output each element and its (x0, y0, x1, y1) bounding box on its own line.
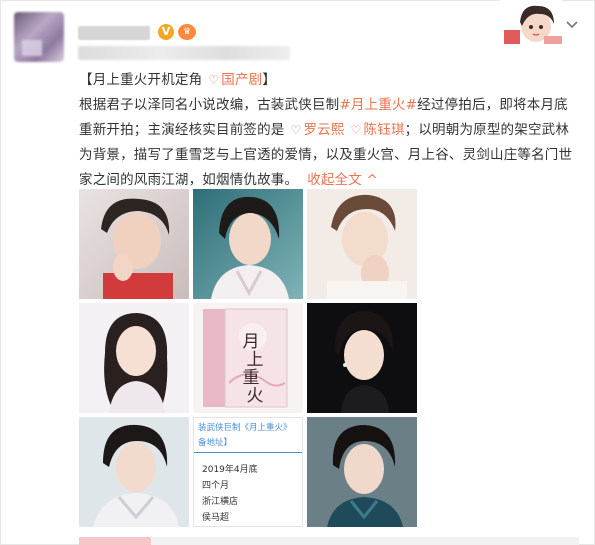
image-grid: 月 上 重 火 装武侠巨制《月上重火》 备地址】 2019年4月底 四个月 浙江… (79, 189, 419, 527)
collapse-full-text-link[interactable]: 收起全文 (307, 172, 362, 188)
verified-v-icon: V (158, 24, 174, 40)
bottom-action-bar (79, 537, 579, 545)
book-title-char-3: 重 (243, 368, 260, 388)
heart-tag-icon: ♡ (350, 123, 362, 137)
chevron-up-icon[interactable]: ^ (367, 172, 379, 188)
info-card-header: 装武侠巨制《月上重火》 备地址】 (194, 418, 302, 456)
actor-link-2[interactable]: 陈钰琪 (364, 122, 405, 138)
post-title-suffix: 】 (262, 72, 277, 88)
image-thumb[interactable] (307, 189, 417, 299)
chevron-down-icon[interactable] (564, 16, 580, 32)
topic-tag-link[interactable]: 国产剧 (221, 72, 262, 88)
post-text: 【月上重火开机定角 ♡ 国产剧】 根据君子以泽同名小说改编，古装武侠巨制#月上重火#… (79, 68, 579, 193)
book-title-char-4: 火 (247, 386, 264, 406)
info-card-divider (194, 452, 302, 453)
book-title-char-1: 月 (243, 332, 260, 352)
user-avatar[interactable] (14, 12, 64, 62)
info-card-line: 侯马超 (202, 513, 230, 523)
heart-tag-icon: ♡ (208, 73, 220, 87)
bottom-bar-highlight (79, 537, 151, 545)
post-body-a: 根据君子以泽同名小说改编，古装武侠巨制 (79, 97, 340, 113)
book-cover-image[interactable]: 月 上 重 火 (193, 303, 303, 413)
image-thumb[interactable] (307, 417, 417, 527)
info-card-header-line2: 备地址】 (198, 438, 233, 448)
image-thumb[interactable] (79, 417, 189, 527)
image-thumb[interactable] (307, 303, 417, 413)
post-meta-blurred (78, 46, 290, 60)
info-card-image[interactable]: 装武侠巨制《月上重火》 备地址】 2019年4月底 四个月 浙江横店 侯马超 (193, 417, 303, 527)
image-thumb[interactable] (79, 303, 189, 413)
info-card-line: 2019年4月底 (202, 465, 258, 475)
info-card-line: 四个月 (202, 481, 230, 491)
hashtag-link[interactable]: #月上重火# (339, 97, 417, 113)
image-thumb[interactable] (193, 189, 303, 299)
image-thumb[interactable] (79, 189, 189, 299)
heart-tag-icon: ♡ (290, 123, 302, 137)
user-name-blurred[interactable] (78, 26, 150, 40)
info-card-header-line1: 装武侠巨制《月上重火》 (198, 423, 292, 433)
level-crown-icon: ♛ (178, 24, 196, 40)
info-card-line: 浙江横店 (202, 497, 239, 507)
book-title-char-2: 上 (247, 350, 264, 370)
user-sticker-image (500, 0, 562, 44)
post-title-prefix: 【月上重火开机定角 (79, 72, 203, 88)
actor-link-1[interactable]: 罗云熙 (303, 122, 344, 138)
